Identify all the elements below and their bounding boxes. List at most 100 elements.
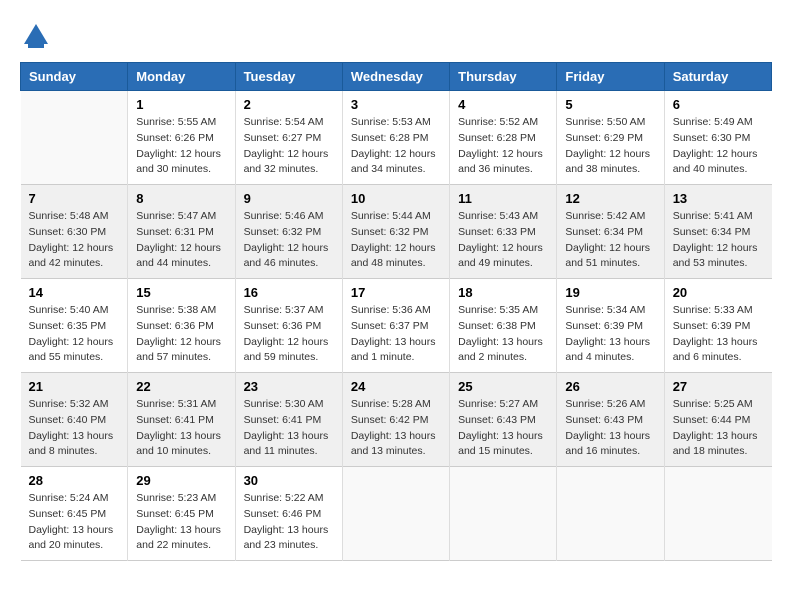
calendar-cell: 29 Sunrise: 5:23 AMSunset: 6:45 PMDaylig… (128, 467, 235, 561)
logo (20, 20, 56, 52)
weekday-header: Thursday (450, 63, 557, 91)
day-info: Sunrise: 5:44 AMSunset: 6:32 PMDaylight:… (351, 209, 441, 272)
day-number: 5 (565, 97, 655, 112)
day-info: Sunrise: 5:34 AMSunset: 6:39 PMDaylight:… (565, 303, 655, 366)
calendar-cell (664, 467, 771, 561)
day-info: Sunrise: 5:35 AMSunset: 6:38 PMDaylight:… (458, 303, 548, 366)
day-info: Sunrise: 5:26 AMSunset: 6:43 PMDaylight:… (565, 397, 655, 460)
calendar-cell (450, 467, 557, 561)
calendar-cell: 25 Sunrise: 5:27 AMSunset: 6:43 PMDaylig… (450, 373, 557, 467)
day-info: Sunrise: 5:27 AMSunset: 6:43 PMDaylight:… (458, 397, 548, 460)
day-number: 10 (351, 191, 441, 206)
day-info: Sunrise: 5:47 AMSunset: 6:31 PMDaylight:… (136, 209, 226, 272)
calendar-cell: 9 Sunrise: 5:46 AMSunset: 6:32 PMDayligh… (235, 185, 342, 279)
calendar-cell: 12 Sunrise: 5:42 AMSunset: 6:34 PMDaylig… (557, 185, 664, 279)
calendar-cell: 15 Sunrise: 5:38 AMSunset: 6:36 PMDaylig… (128, 279, 235, 373)
day-number: 22 (136, 379, 226, 394)
weekday-header: Wednesday (342, 63, 449, 91)
calendar-cell: 16 Sunrise: 5:37 AMSunset: 6:36 PMDaylig… (235, 279, 342, 373)
day-info: Sunrise: 5:54 AMSunset: 6:27 PMDaylight:… (244, 115, 334, 178)
day-number: 16 (244, 285, 334, 300)
calendar-cell: 24 Sunrise: 5:28 AMSunset: 6:42 PMDaylig… (342, 373, 449, 467)
day-number: 28 (29, 473, 120, 488)
calendar-cell (342, 467, 449, 561)
calendar-cell: 1 Sunrise: 5:55 AMSunset: 6:26 PMDayligh… (128, 91, 235, 185)
day-number: 19 (565, 285, 655, 300)
day-number: 14 (29, 285, 120, 300)
calendar-cell: 18 Sunrise: 5:35 AMSunset: 6:38 PMDaylig… (450, 279, 557, 373)
day-info: Sunrise: 5:32 AMSunset: 6:40 PMDaylight:… (29, 397, 120, 460)
calendar-cell: 20 Sunrise: 5:33 AMSunset: 6:39 PMDaylig… (664, 279, 771, 373)
calendar-cell: 30 Sunrise: 5:22 AMSunset: 6:46 PMDaylig… (235, 467, 342, 561)
calendar-cell: 28 Sunrise: 5:24 AMSunset: 6:45 PMDaylig… (21, 467, 128, 561)
page-header (20, 20, 772, 52)
weekday-header: Monday (128, 63, 235, 91)
day-info: Sunrise: 5:36 AMSunset: 6:37 PMDaylight:… (351, 303, 441, 366)
day-info: Sunrise: 5:41 AMSunset: 6:34 PMDaylight:… (673, 209, 764, 272)
day-info: Sunrise: 5:46 AMSunset: 6:32 PMDaylight:… (244, 209, 334, 272)
day-number: 3 (351, 97, 441, 112)
day-info: Sunrise: 5:50 AMSunset: 6:29 PMDaylight:… (565, 115, 655, 178)
calendar-cell: 17 Sunrise: 5:36 AMSunset: 6:37 PMDaylig… (342, 279, 449, 373)
day-number: 1 (136, 97, 226, 112)
day-number: 21 (29, 379, 120, 394)
day-number: 7 (29, 191, 120, 206)
calendar-cell: 2 Sunrise: 5:54 AMSunset: 6:27 PMDayligh… (235, 91, 342, 185)
day-info: Sunrise: 5:33 AMSunset: 6:39 PMDaylight:… (673, 303, 764, 366)
calendar-cell: 21 Sunrise: 5:32 AMSunset: 6:40 PMDaylig… (21, 373, 128, 467)
day-number: 11 (458, 191, 548, 206)
day-info: Sunrise: 5:23 AMSunset: 6:45 PMDaylight:… (136, 491, 226, 554)
day-info: Sunrise: 5:38 AMSunset: 6:36 PMDaylight:… (136, 303, 226, 366)
calendar-cell: 19 Sunrise: 5:34 AMSunset: 6:39 PMDaylig… (557, 279, 664, 373)
day-number: 24 (351, 379, 441, 394)
weekday-header: Sunday (21, 63, 128, 91)
day-number: 18 (458, 285, 548, 300)
day-number: 26 (565, 379, 655, 394)
day-number: 8 (136, 191, 226, 206)
day-number: 12 (565, 191, 655, 206)
calendar-cell: 7 Sunrise: 5:48 AMSunset: 6:30 PMDayligh… (21, 185, 128, 279)
day-info: Sunrise: 5:43 AMSunset: 6:33 PMDaylight:… (458, 209, 548, 272)
day-number: 9 (244, 191, 334, 206)
logo-icon (20, 20, 52, 52)
day-number: 17 (351, 285, 441, 300)
day-info: Sunrise: 5:55 AMSunset: 6:26 PMDaylight:… (136, 115, 226, 178)
calendar-cell (21, 91, 128, 185)
day-number: 23 (244, 379, 334, 394)
day-info: Sunrise: 5:53 AMSunset: 6:28 PMDaylight:… (351, 115, 441, 178)
day-info: Sunrise: 5:49 AMSunset: 6:30 PMDaylight:… (673, 115, 764, 178)
day-info: Sunrise: 5:25 AMSunset: 6:44 PMDaylight:… (673, 397, 764, 460)
day-info: Sunrise: 5:48 AMSunset: 6:30 PMDaylight:… (29, 209, 120, 272)
calendar-cell: 23 Sunrise: 5:30 AMSunset: 6:41 PMDaylig… (235, 373, 342, 467)
day-number: 30 (244, 473, 334, 488)
day-info: Sunrise: 5:24 AMSunset: 6:45 PMDaylight:… (29, 491, 120, 554)
weekday-header: Tuesday (235, 63, 342, 91)
calendar-cell: 6 Sunrise: 5:49 AMSunset: 6:30 PMDayligh… (664, 91, 771, 185)
calendar-cell (557, 467, 664, 561)
day-info: Sunrise: 5:37 AMSunset: 6:36 PMDaylight:… (244, 303, 334, 366)
calendar-cell: 5 Sunrise: 5:50 AMSunset: 6:29 PMDayligh… (557, 91, 664, 185)
day-info: Sunrise: 5:42 AMSunset: 6:34 PMDaylight:… (565, 209, 655, 272)
calendar-cell: 14 Sunrise: 5:40 AMSunset: 6:35 PMDaylig… (21, 279, 128, 373)
day-number: 15 (136, 285, 226, 300)
calendar-cell: 13 Sunrise: 5:41 AMSunset: 6:34 PMDaylig… (664, 185, 771, 279)
day-info: Sunrise: 5:40 AMSunset: 6:35 PMDaylight:… (29, 303, 120, 366)
day-number: 4 (458, 97, 548, 112)
day-info: Sunrise: 5:52 AMSunset: 6:28 PMDaylight:… (458, 115, 548, 178)
day-number: 25 (458, 379, 548, 394)
day-info: Sunrise: 5:31 AMSunset: 6:41 PMDaylight:… (136, 397, 226, 460)
day-number: 6 (673, 97, 764, 112)
calendar-cell: 26 Sunrise: 5:26 AMSunset: 6:43 PMDaylig… (557, 373, 664, 467)
day-info: Sunrise: 5:22 AMSunset: 6:46 PMDaylight:… (244, 491, 334, 554)
weekday-header: Saturday (664, 63, 771, 91)
day-number: 29 (136, 473, 226, 488)
day-info: Sunrise: 5:28 AMSunset: 6:42 PMDaylight:… (351, 397, 441, 460)
calendar-cell: 3 Sunrise: 5:53 AMSunset: 6:28 PMDayligh… (342, 91, 449, 185)
calendar-cell: 27 Sunrise: 5:25 AMSunset: 6:44 PMDaylig… (664, 373, 771, 467)
calendar-cell: 8 Sunrise: 5:47 AMSunset: 6:31 PMDayligh… (128, 185, 235, 279)
calendar-cell: 4 Sunrise: 5:52 AMSunset: 6:28 PMDayligh… (450, 91, 557, 185)
weekday-header: Friday (557, 63, 664, 91)
day-number: 2 (244, 97, 334, 112)
calendar-cell: 11 Sunrise: 5:43 AMSunset: 6:33 PMDaylig… (450, 185, 557, 279)
calendar-table: SundayMondayTuesdayWednesdayThursdayFrid… (20, 62, 772, 561)
